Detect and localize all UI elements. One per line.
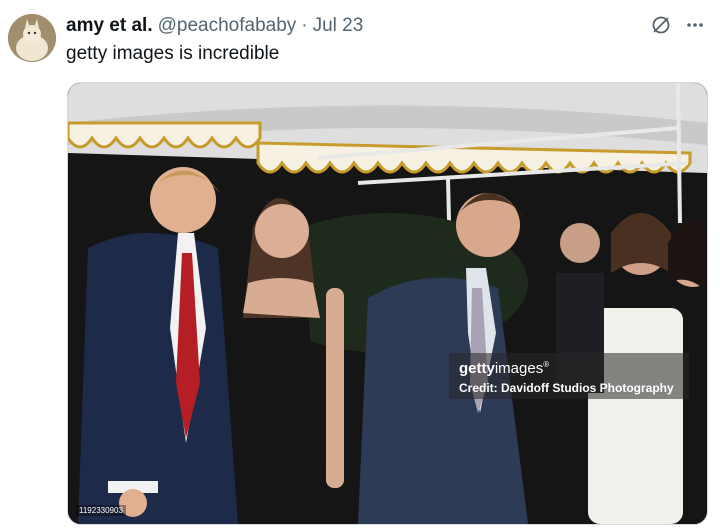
watermark-brand-bold: getty [459,360,495,377]
author-name[interactable]: amy et al. [66,15,153,37]
meta-separator: · [301,15,308,36]
tweet-header: amy et al. @peachofababy · Jul 23 [66,14,363,38]
avatar[interactable] [8,14,56,62]
grok-icon[interactable] [650,14,672,36]
more-icon[interactable] [684,14,706,36]
image-id-label: 1192330903 [76,505,126,516]
watermark-brand-rest: images [494,360,544,377]
tweet-photo[interactable]: gettyimages® Credit: Davidoff Studios Ph… [67,82,708,525]
event-photo [68,83,707,524]
getty-watermark: gettyimages® Credit: Davidoff Studios Ph… [449,353,689,399]
watermark-reg: ® [543,360,550,369]
watermark-credit: Credit: Davidoff Studios Photography [459,381,674,395]
tweet-actions-top [650,14,706,36]
author-handle[interactable]: @peachofababy [158,15,297,37]
tweet-date[interactable]: Jul 23 [313,15,364,37]
tweet-text: getty images is incredible [66,43,280,64]
